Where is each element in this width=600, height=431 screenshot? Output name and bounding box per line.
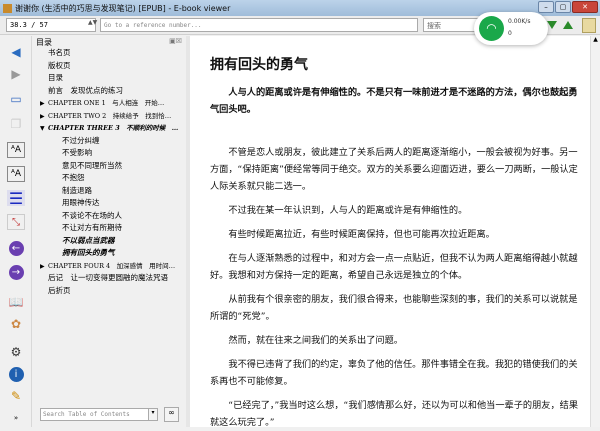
magic-wand-icon[interactable]: ✎ — [7, 388, 25, 404]
paragraph: 有些时候距离拉近，有些时候距离保持，但也可能再次拉近距离。 — [228, 229, 495, 240]
fullscreen-icon[interactable]: ⤡ — [7, 214, 25, 230]
toc-item[interactable]: 书名页 — [34, 47, 186, 60]
next-page-icon[interactable]: → — [7, 264, 25, 280]
vertical-scrollbar[interactable]: ▲ — [590, 36, 600, 427]
preferences-icon[interactable]: ⚙ — [7, 344, 25, 360]
print-icon[interactable]: ▭ — [7, 91, 25, 107]
toc-item-label: 不谈论不在场的人 — [62, 210, 122, 220]
minimize-button[interactable]: – — [538, 1, 554, 13]
toc-item[interactable]: ▶ CHAPTER ONE 1 与人相连 开始… — [34, 97, 186, 110]
toc-item[interactable]: 不以弱点当武器 — [34, 235, 186, 248]
copy-icon[interactable]: ❐ — [7, 116, 25, 132]
paragraph: 我不得已违背了我们的约定，辜负了他的信任。那件事错全在我。我犯的错使我们的关系再… — [210, 359, 578, 387]
toc-panel-close-icon[interactable]: ▣☒ — [169, 37, 182, 45]
expand-arrow-icon[interactable]: ▶ — [40, 111, 48, 123]
toc-list: 书名页 版权页 目录 前言 发现优点的练习 ▶ CHAPTER ONE 1 与人相连 开始… — [34, 47, 186, 297]
toc-item-label: CHAPTER ONE 1 与人相连 开始… — [48, 99, 165, 107]
toc-item[interactable]: 目录 — [34, 72, 186, 85]
network-speed: 0.00K/s — [508, 18, 531, 25]
toc-item-label: 不以弱点当武器 — [62, 235, 115, 245]
lead-paragraph: 人与人的距离或许是有伸缩性的。不是只有一味前进才是不迷路的方法，偶尔也鼓起勇气回… — [210, 87, 578, 115]
wifi-icon: ◠ — [479, 16, 504, 41]
back-icon[interactable]: ◀ — [7, 44, 25, 60]
toc-item-label: 目录 — [48, 73, 63, 82]
toc-item[interactable]: 不抱怨 — [34, 172, 186, 185]
info-icon[interactable]: i — [7, 366, 25, 382]
toc-item[interactable]: 后记 让一切变得更圆融的魔法咒语 — [34, 272, 186, 285]
window-title: 谢谢你 (生活中的巧思与发现笔记) [EPUB] - E-book viewer — [15, 3, 231, 13]
toc-item[interactable]: ▶ CHAPTER TWO 2 持续给予 找到恰… — [34, 110, 186, 123]
toc-search-input[interactable]: Search Table of Contents — [40, 408, 158, 421]
chevron-down-icon[interactable]: ▾ — [148, 408, 158, 421]
paragraph: “已经完了，”我当时这么想，“我们感情那么好，还以为可以和他当一辈子的朋友，结果… — [210, 400, 579, 428]
previous-page-icon[interactable]: ← — [7, 240, 25, 256]
toc-icon[interactable]: ☰ — [7, 189, 25, 208]
scroll-icon[interactable] — [582, 18, 596, 33]
theme-icon[interactable]: ✿ — [7, 316, 25, 332]
toc-item[interactable]: 不过分纠缠 — [34, 135, 186, 148]
toc-item-label: 不让对方有所期待 — [62, 223, 122, 232]
network-count: 0 — [508, 30, 512, 37]
toc-item[interactable]: ▶ CHAPTER FOUR 4 加深感情 用时间… — [34, 260, 186, 273]
toc-item-label: CHAPTER THREE 3 不顺利的时候 … — [48, 124, 179, 132]
paragraph: 不管是恋人或朋友，彼此建立了关系后两人的距离逐渐缩小，一般会被视为好事。另一方面… — [210, 147, 578, 192]
forward-icon[interactable]: ▶ — [7, 66, 25, 82]
app-icon — [3, 3, 12, 13]
paragraph: 然而，就在往来之间我们的关系出了问题。 — [228, 335, 403, 346]
chapter-title: 拥有回头的勇气 — [210, 57, 308, 73]
toc-item[interactable]: 不受影响 — [34, 147, 186, 160]
paragraph: 在与人逐渐熟悉的过程中，和对方会一点一点贴近，但我不认为两人距离缩得越小就越好。… — [210, 253, 578, 281]
side-toolbar: ◀ ▶ ▭ ❐ ᴬA ᴬA ☰ ⤡ ← → 📖 ✿ ⚙ i ✎ » — [0, 36, 32, 427]
toc-item-label: 制造退路 — [62, 185, 92, 195]
more-icon[interactable]: » — [7, 410, 25, 426]
spin-arrows-icon[interactable]: ▲▼ — [88, 19, 97, 26]
toc-item-label: 意见不同理所当然 — [62, 160, 122, 170]
toc-item[interactable]: 意见不同理所当然 — [34, 160, 186, 173]
expand-arrow-icon[interactable]: ▼ — [40, 123, 48, 135]
expand-arrow-icon[interactable]: ▶ — [40, 98, 48, 110]
toc-item[interactable]: 后折页 — [34, 285, 186, 298]
find-next-icon[interactable] — [547, 21, 557, 29]
toc-item-label: 拥有回头的勇气 — [62, 248, 115, 257]
expand-arrow-icon[interactable]: ▶ — [40, 261, 48, 273]
toc-item[interactable]: 不谈论不在场的人 — [34, 210, 186, 223]
toc-item[interactable]: 拥有回头的勇气 — [34, 247, 186, 260]
network-widget[interactable]: ◠ 0.00K/s 0 — [474, 12, 548, 45]
toc-item-label: 不抱怨 — [62, 173, 85, 182]
toc-item[interactable]: 用眼神传达 — [34, 197, 186, 210]
toc-item-label: 不过分纠缠 — [62, 135, 100, 145]
toc-item[interactable]: 版权页 — [34, 60, 186, 73]
paragraph: 不过我在某一年认识到，人与人的距离或许是有伸缩性的。 — [228, 205, 468, 216]
find-previous-icon[interactable] — [563, 21, 573, 29]
toc-item-label: 用眼神传达 — [62, 198, 100, 207]
binoculars-icon[interactable]: ∞ — [164, 407, 179, 422]
toc-item-label: 版权页 — [48, 60, 71, 70]
book-content: 拥有回头的勇气 人与人的距离或许是有伸缩性的。不是只有一味前进才是不迷路的方法，… — [190, 36, 590, 428]
toc-item-label: 不受影响 — [62, 148, 92, 157]
paragraph: 从前我有个很亲密的朋友，我们很合得来，也能聊些深刻的事，我们的关系可以说就是所谓… — [210, 294, 578, 322]
toc-item-label: 书名页 — [48, 48, 71, 57]
toc-item-label: CHAPTER FOUR 4 加深感情 用时间… — [48, 261, 176, 270]
toc-item-label: 前言 发现优点的练习 — [48, 85, 123, 95]
toc-item[interactable]: 不让对方有所期待 — [34, 222, 186, 235]
close-button[interactable]: ✕ — [572, 1, 598, 13]
toc-item-label: 后折页 — [48, 285, 71, 295]
toc-panel: 目录 ▣☒ 书名页 版权页 目录 前言 发现优点的练习 ▶ CHAPTER ONE 1 与… — [34, 36, 186, 427]
bookmark-icon[interactable]: 📖 — [7, 294, 25, 310]
font-smaller-icon[interactable]: ᴬA — [7, 166, 25, 182]
toc-item[interactable]: 制造退路 — [34, 185, 186, 198]
reference-input[interactable]: Go to a reference number... — [100, 18, 418, 32]
maximize-button[interactable]: ▢ — [555, 1, 571, 13]
scroll-up-icon[interactable]: ▲ — [591, 36, 600, 43]
toc-item[interactable]: ▼ CHAPTER THREE 3 不顺利的时候 … — [34, 122, 186, 135]
font-larger-icon[interactable]: ᴬA — [7, 142, 25, 158]
toc-item-label: 后记 让一切变得更圆融的魔法咒语 — [48, 273, 168, 282]
position-spinbox[interactable]: 38.3 / 57 — [6, 18, 96, 32]
toc-item[interactable]: 前言 发现优点的练习 — [34, 85, 186, 98]
toc-item-label: CHAPTER TWO 2 持续给予 找到恰… — [48, 111, 172, 120]
